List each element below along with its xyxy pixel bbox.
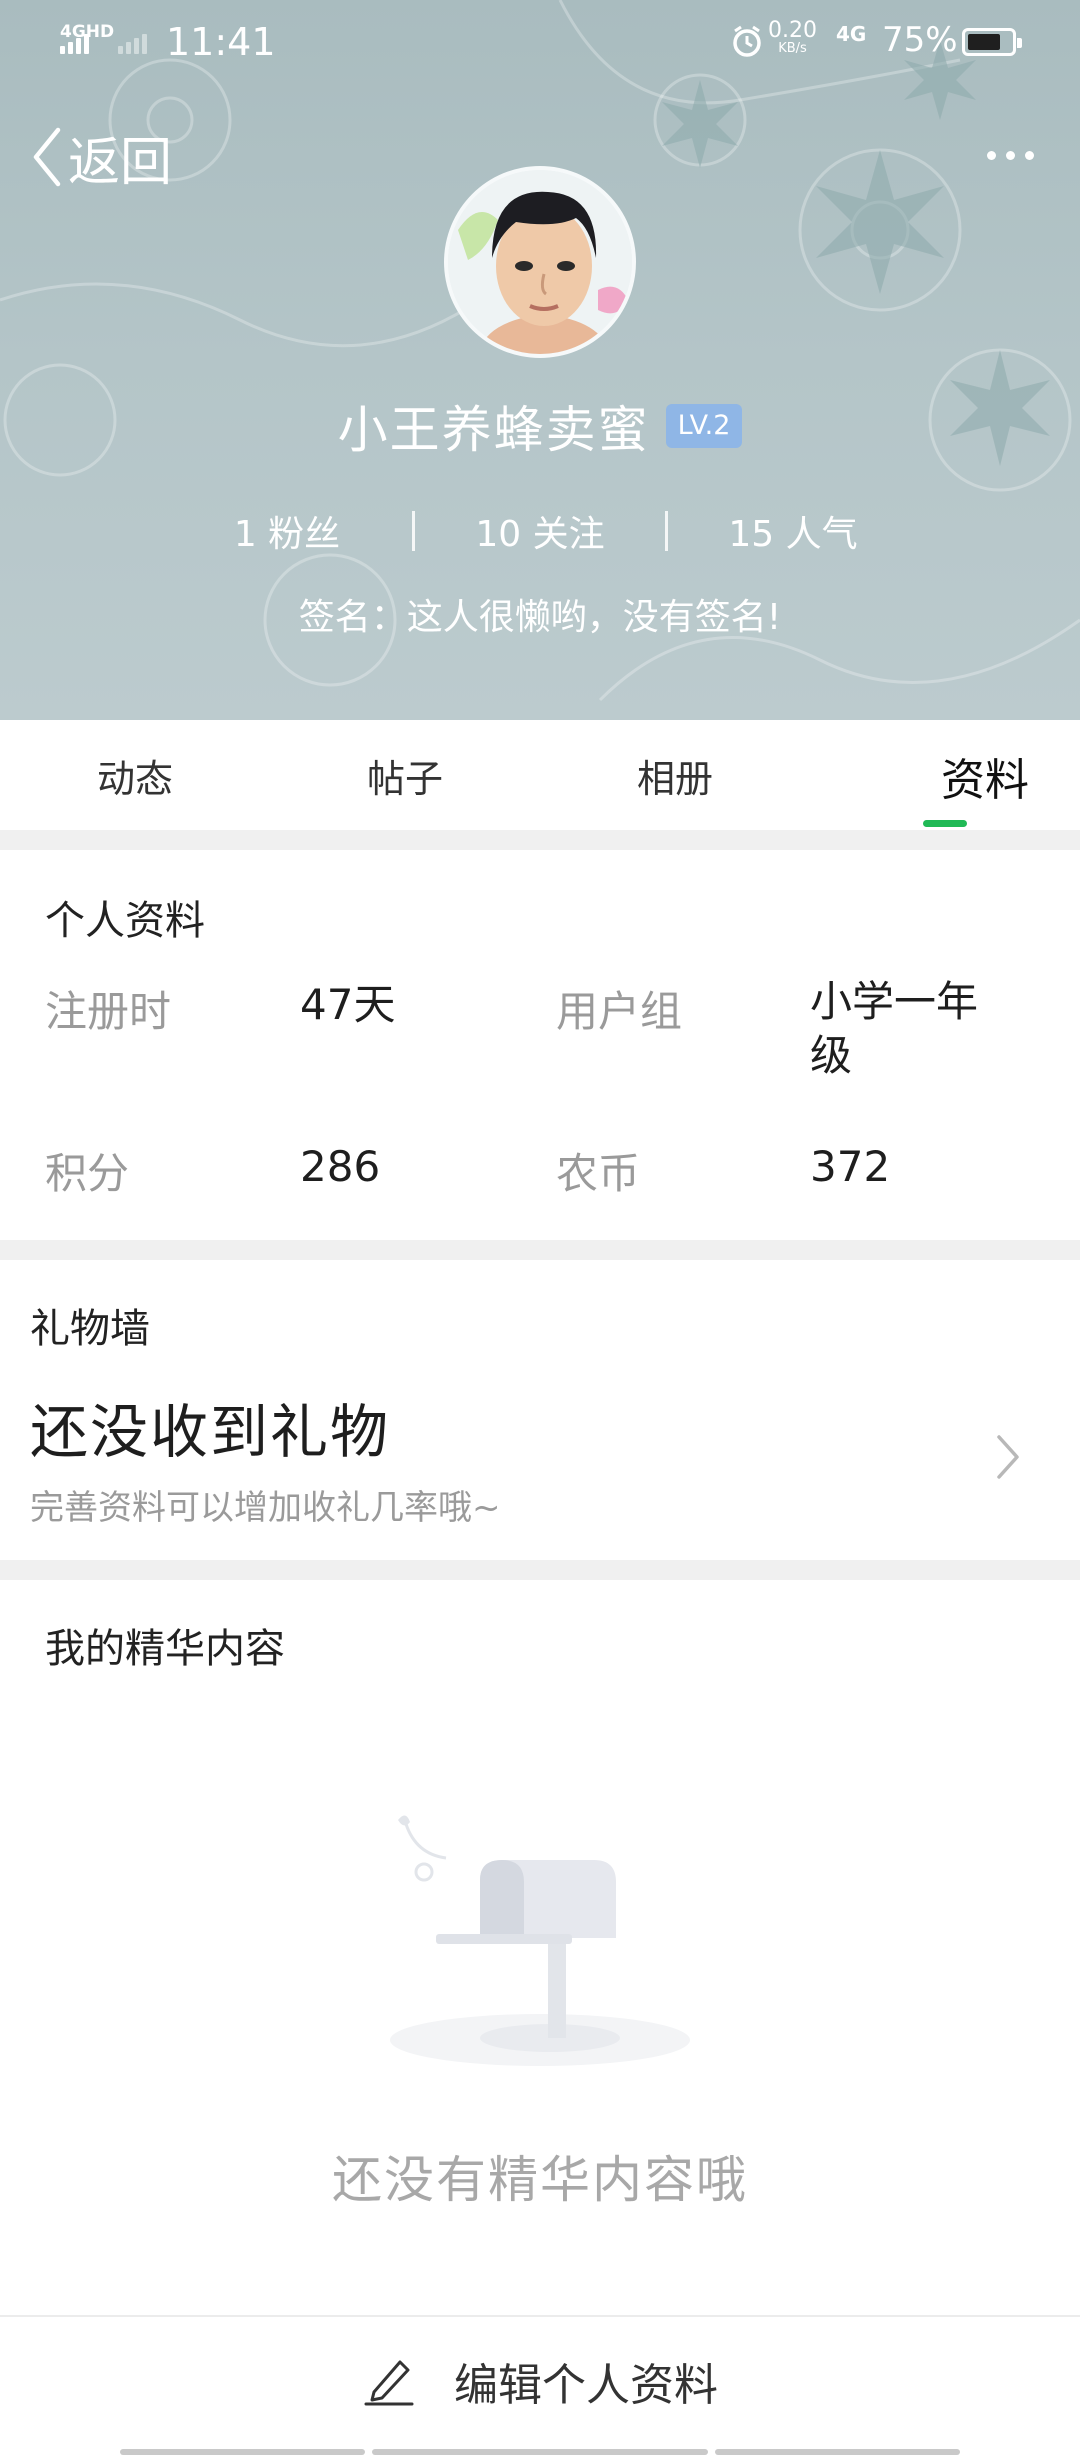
stats-row: 1 粉丝 10 关注 15 人气 [0, 505, 1080, 557]
empty-mailbox-illustration [390, 1815, 690, 2066]
level-badge: LV.2 [665, 404, 743, 448]
back-label: 返回 [68, 132, 173, 193]
network-speed: 0.20 KB/s [768, 20, 817, 56]
profile-info-title: 个人资料 [45, 898, 205, 944]
user-name: 小王养蜂卖蜜 [337, 401, 650, 459]
speed-value: 0.20 [768, 18, 817, 43]
alarm-icon [733, 25, 761, 57]
user-group-value: 小学一年级 [810, 977, 979, 1080]
tab-album[interactable]: 相册 [540, 720, 810, 830]
profile-header: 4GHD 11:41 0.20 KB/s 4G 75% 返回 小王养蜂卖蜜 LV… [0, 0, 1080, 720]
battery-icon [962, 28, 1022, 56]
pencil-icon [364, 2360, 414, 2405]
avatar[interactable] [444, 166, 636, 358]
tab-label: 资料 [941, 755, 1029, 806]
dot-icon [1005, 150, 1015, 160]
tab-activity[interactable]: 动态 [0, 720, 270, 830]
coins-value: 372 [810, 1142, 891, 1191]
chevron-right-icon [997, 1435, 1019, 1479]
name-row: 小王养蜂卖蜜 LV.2 [0, 390, 1080, 462]
following-count[interactable]: 10 关注 [415, 505, 665, 557]
featured-empty-text: 还没有精华内容哦 [332, 2151, 748, 2209]
signature: 签名：这人很懒哟，没有签名! [298, 597, 782, 638]
edit-profile-button[interactable]: 编辑个人资料 [0, 2317, 1080, 2462]
register-time-label: 注册时 [45, 987, 172, 1036]
register-time-value: 47天 [300, 980, 396, 1029]
avatar-portrait [448, 170, 632, 354]
back-button[interactable]: 返回 [30, 124, 172, 193]
gift-wall-empty-text: 还没收到礼物 [30, 1398, 391, 1466]
points-value: 286 [300, 1142, 381, 1191]
points-label: 积分 [45, 1149, 130, 1198]
gesture-bar [715, 2449, 960, 2455]
bottom-bar: 编辑个人资料 [0, 2315, 1080, 2460]
tab-posts[interactable]: 帖子 [270, 720, 540, 830]
section-divider [0, 1560, 1080, 1580]
mobile-data-icon: 4G [836, 22, 867, 46]
popularity-count: 15 人气 [728, 514, 858, 555]
tab-label: 动态 [96, 757, 173, 801]
tab-label: 相册 [636, 757, 713, 801]
section-divider [0, 1240, 1080, 1260]
profile-tabs: 动态 帖子 相册 资料 [0, 720, 1080, 830]
tab-label: 帖子 [366, 757, 443, 801]
coins-label: 农币 [556, 1149, 641, 1198]
gift-wall-hint: 完善资料可以增加收礼几率哦~ [30, 1488, 501, 1528]
chevron-left-icon [33, 127, 61, 187]
more-options-button[interactable] [980, 138, 1040, 172]
battery-percent: 75% [882, 20, 958, 60]
user-group-label: 用户组 [556, 987, 683, 1036]
dot-icon [986, 150, 996, 160]
speed-unit: KB/s [778, 41, 807, 56]
tab-profile[interactable]: 资料 [810, 720, 1080, 830]
gesture-bar [372, 2449, 708, 2455]
gift-wall-title: 礼物墙 [30, 1306, 150, 1352]
status-bar: 4GHD 11:41 0.20 KB/s 4G 75% [0, 0, 1080, 84]
gesture-bar [120, 2449, 365, 2455]
edit-profile-label: 编辑个人资料 [454, 2359, 718, 2411]
dot-icon [1024, 150, 1034, 160]
signal-strength-icon [60, 34, 89, 54]
signal-strength-secondary-icon [118, 34, 147, 54]
clock: 11:41 [166, 20, 276, 64]
featured-title: 我的精华内容 [45, 1626, 285, 1672]
fans-count[interactable]: 1 粉丝 [162, 505, 412, 557]
section-divider [0, 830, 1080, 850]
